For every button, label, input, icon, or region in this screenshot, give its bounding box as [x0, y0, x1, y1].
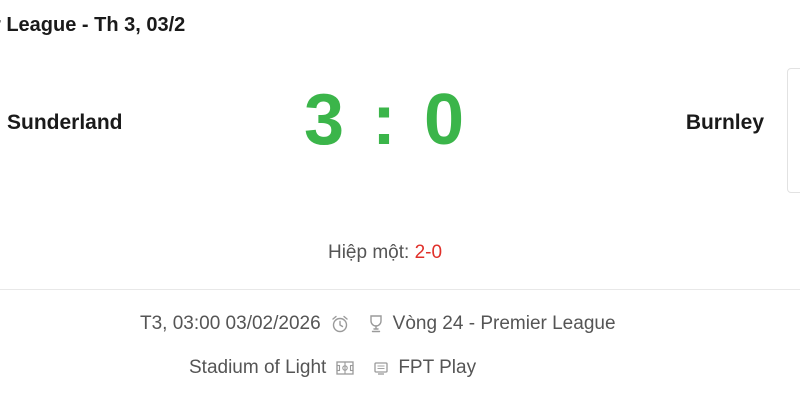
- broadcaster-name: FPT Play: [398, 357, 477, 378]
- halftime-label: Hiệp một:: [327, 242, 410, 263]
- match-round[interactable]: Vòng 24 - Premier League: [393, 313, 616, 335]
- match-info-row: T3, 03:00 03/02/2026 Vòng 24 - Premier L…: [140, 313, 616, 335]
- match-datetime: T3, 03:00 03/02/2026: [140, 313, 321, 334]
- away-team-name[interactable]: Burnley: [686, 111, 764, 135]
- score-separator: :: [372, 80, 398, 160]
- halftime-result: Hiệp một: 2-0: [0, 242, 770, 264]
- venue-info-row: Stadium of Light FPT Play: [189, 357, 476, 379]
- stadium-icon: [334, 357, 356, 379]
- home-score: 3: [303, 80, 346, 160]
- alarm-clock-icon: [329, 313, 351, 335]
- divider: [0, 289, 800, 290]
- away-score: 0: [423, 80, 467, 160]
- scoreboard: 3:0: [0, 78, 770, 162]
- side-panel-edge: [787, 68, 800, 193]
- page-title: r League - Th 3, 03/2: [0, 14, 186, 36]
- tv-icon: [370, 357, 392, 379]
- stadium-name: Stadium of Light: [189, 357, 327, 378]
- halftime-score: 2-0: [414, 242, 443, 263]
- trophy-icon: [365, 313, 387, 335]
